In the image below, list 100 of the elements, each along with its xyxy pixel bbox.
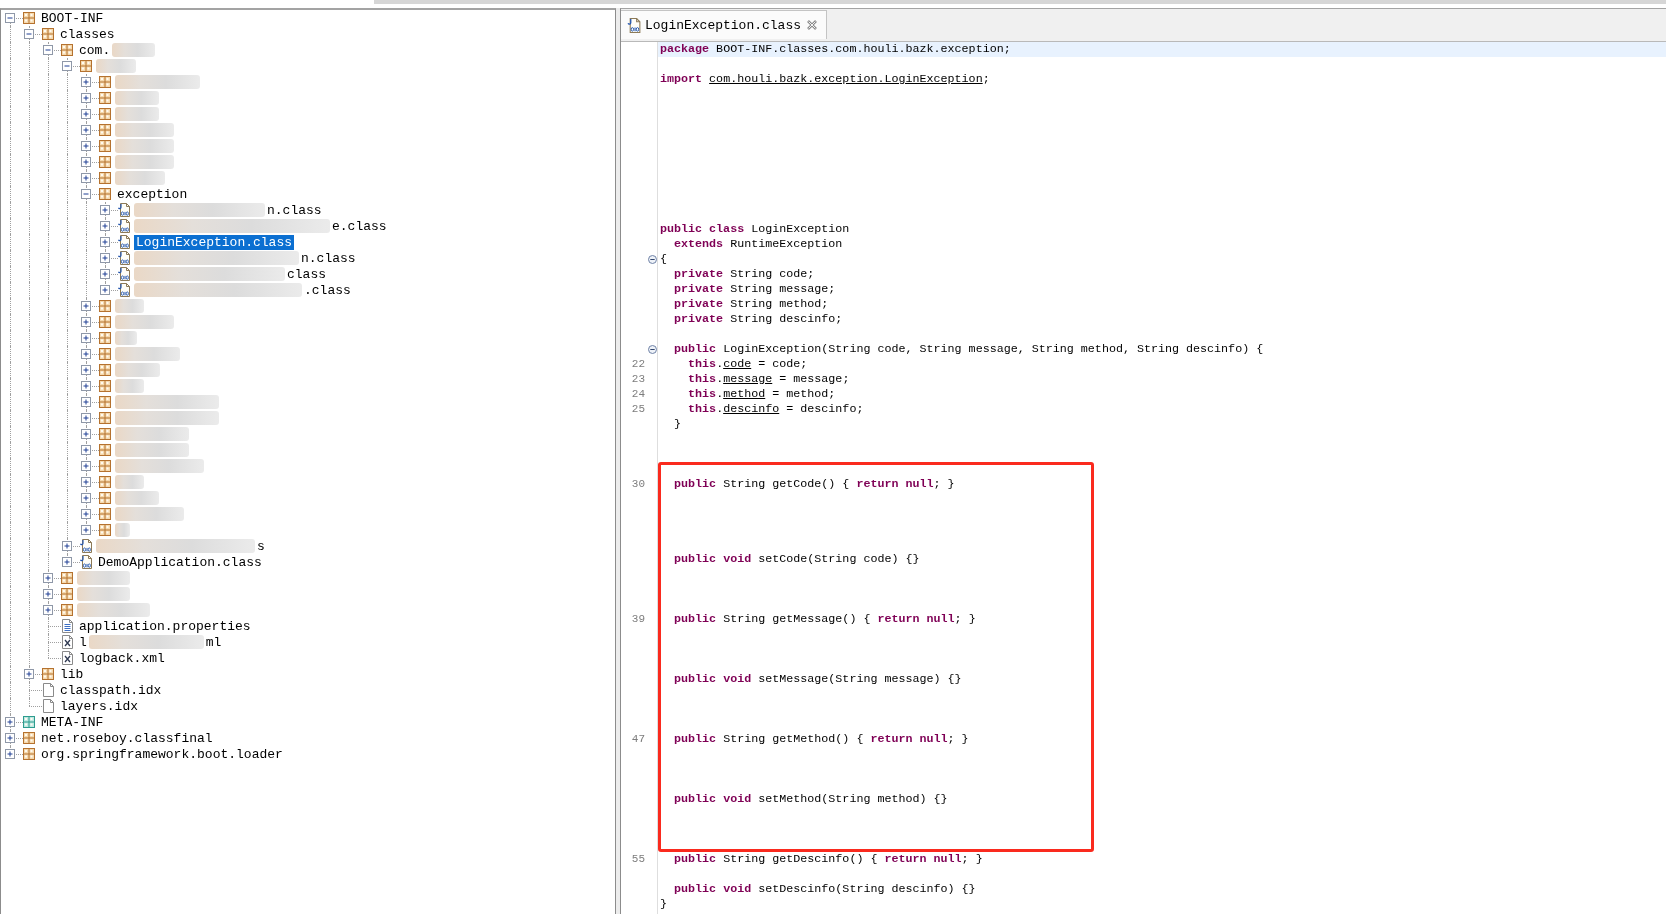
class-file-icon [117,283,131,297]
class-file-icon [627,17,642,33]
tree-item[interactable]: logback.xml [77,650,167,666]
close-icon[interactable] [807,20,818,30]
package-icon [99,524,111,536]
collapse-toggle[interactable] [5,13,15,23]
expand-toggle[interactable] [81,461,91,471]
tree-item[interactable]: classes [58,26,117,42]
expand-toggle[interactable] [81,77,91,87]
collapse-toggle[interactable] [43,45,53,55]
code-line: public void setDescinfo(String descinfo) {} [674,882,976,897]
tree-item[interactable]: .class [302,282,353,298]
collapse-toggle[interactable] [62,61,72,71]
package-icon [42,668,54,680]
expand-toggle[interactable] [81,157,91,167]
tree-item[interactable]: class [285,266,328,282]
package-icon [23,748,35,760]
expand-toggle[interactable] [100,237,110,247]
tree-item[interactable]: e.class [330,218,389,234]
tree-item[interactable]: layers.idx [58,698,140,714]
package-icon [99,316,111,328]
expand-toggle[interactable] [100,269,110,279]
expand-toggle[interactable] [24,669,34,679]
line-number: 55 [631,852,645,867]
code-line: public void setMessage(String message) {} [674,672,962,687]
expand-toggle[interactable] [81,317,91,327]
tree-item[interactable]: LoginException.class [134,234,295,250]
expand-toggle[interactable] [62,541,72,551]
code-line: this.code = code; [688,357,808,372]
collapse-toggle[interactable] [24,29,34,39]
tree-item[interactable]: org.springframework.boot.loader [39,746,285,762]
expand-toggle[interactable] [81,173,91,183]
package-icon [99,364,111,376]
tree-item[interactable]: DemoApplication.class [96,554,264,570]
expand-toggle[interactable] [100,285,110,295]
expand-toggle[interactable] [43,589,53,599]
expand-toggle[interactable] [81,477,91,487]
expand-toggle[interactable] [81,349,91,359]
tree-item[interactable]: classpath.idx [58,682,164,698]
expand-toggle[interactable] [81,109,91,119]
expand-toggle[interactable] [62,557,72,567]
expand-toggle[interactable] [100,253,110,263]
package-icon [61,572,73,584]
expand-toggle[interactable] [81,333,91,343]
expand-toggle[interactable] [81,445,91,455]
expand-toggle[interactable] [81,397,91,407]
expand-toggle[interactable] [81,125,91,135]
collapse-icon[interactable] [647,345,657,354]
expand-toggle[interactable] [81,525,91,535]
expand-toggle[interactable] [81,301,91,311]
code-line: } [674,417,682,432]
expand-toggle[interactable] [81,429,91,439]
expand-toggle[interactable] [81,493,91,503]
package-icon [99,492,111,504]
collapse-toggle[interactable] [81,189,91,199]
tree-item[interactable]: n.class [265,202,324,218]
tree-item[interactable]: ml [203,634,224,650]
expand-toggle[interactable] [81,141,91,151]
tree-item[interactable]: BOOT-INF [39,10,106,26]
tree-item[interactable]: n.class [299,250,358,266]
tree-item[interactable]: net.roseboy.classfinal [39,730,215,746]
tree-item[interactable]: lib [58,666,86,682]
tree-item[interactable]: application.properties [77,618,253,634]
code-line: package BOOT-INF.classes.com.houli.bazk.exception; [660,42,1011,57]
collapse-icon[interactable] [647,255,657,264]
expand-toggle[interactable] [81,93,91,103]
tree-item[interactable]: exception [115,186,190,202]
class-file-icon [117,251,131,265]
expand-toggle[interactable] [100,221,110,231]
code-line: this.method = method; [688,387,836,402]
package-icon [99,460,111,472]
expand-toggle[interactable] [81,365,91,375]
line-number: 47 [631,732,645,747]
blank-file-icon [42,683,54,697]
code-line: public String getMethod() { return null; } [674,732,969,747]
class-file-icon [117,267,131,281]
expand-toggle[interactable] [100,205,110,215]
expand-toggle[interactable] [81,413,91,423]
package-icon [99,380,111,392]
expand-toggle[interactable] [81,509,91,519]
code-line: public void setMethod(String method) {} [674,792,948,807]
expand-toggle[interactable] [43,573,53,583]
editor-tab[interactable]: LoginException.class [621,10,828,39]
code-line: public String getCode() { return null; } [674,477,955,492]
code-line: public LoginException(String code, String message, String method, String descinfo) { [674,342,1264,357]
tree-item[interactable]: s [255,538,267,554]
expand-toggle[interactable] [5,717,15,727]
class-file-icon [117,219,131,233]
code-line: private String message; [674,282,836,297]
expand-toggle[interactable] [5,733,15,743]
tree-item[interactable]: l [77,634,89,650]
tree-item[interactable]: META-INF [39,714,106,730]
expand-toggle[interactable] [5,749,15,759]
expand-toggle[interactable] [81,381,91,391]
tree-item[interactable]: com. [77,42,113,58]
code-line: public String getDescinfo() { return null; } [674,852,983,867]
expand-toggle[interactable] [43,605,53,615]
code-line: private String method; [674,297,829,312]
package-icon [23,12,35,24]
package-icon [99,428,111,440]
